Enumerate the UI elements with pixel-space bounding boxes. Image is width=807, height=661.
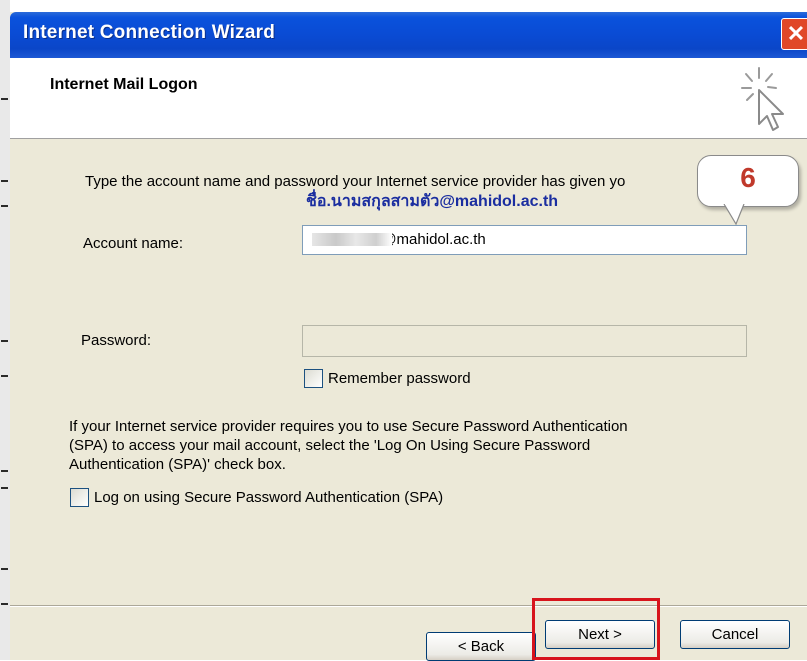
- window-title: Internet Connection Wizard: [23, 22, 276, 43]
- title-bar: Internet Connection Wizard ✕: [10, 12, 807, 58]
- password-input[interactable]: [302, 325, 747, 357]
- remember-password-label: Remember password: [328, 370, 471, 387]
- remember-password-checkbox[interactable]: [304, 369, 323, 388]
- password-label: Password:: [81, 332, 152, 349]
- wizard-window: Internet Connection Wizard ✕ Internet Ma…: [10, 12, 807, 661]
- step-number: 6: [740, 162, 756, 193]
- button-separator: [10, 605, 807, 607]
- page-title: Internet Mail Logon: [50, 76, 198, 93]
- step-callout: 6: [697, 155, 799, 207]
- spa-checkbox-label: Log on using Secure Password Authenticat…: [94, 489, 444, 506]
- callout-tail: [723, 204, 745, 226]
- spa-description-line-1: If your Internet service provider requir…: [69, 418, 628, 435]
- spa-description-line-3: Authentication (SPA)' check box.: [69, 456, 286, 473]
- next-button-highlight: [532, 598, 660, 660]
- close-icon: ✕: [786, 21, 806, 46]
- spa-checkbox[interactable]: [70, 488, 89, 507]
- redacted-username: [312, 233, 392, 246]
- close-button[interactable]: ✕: [781, 18, 807, 50]
- desktop-background-strip: [0, 0, 10, 660]
- wizard-header: Internet Mail Logon: [10, 58, 807, 139]
- account-name-label: Account name:: [83, 235, 184, 252]
- cancel-button[interactable]: Cancel: [680, 620, 790, 649]
- back-button[interactable]: < Back: [426, 632, 536, 661]
- account-format-hint: ชื่อ.นามสกุลสามตัว@mahidol.ac.th: [306, 193, 559, 210]
- spa-description-line-2: (SPA) to access your mail account, selec…: [69, 437, 591, 454]
- intro-text: Type the account name and password your …: [85, 173, 626, 190]
- wizard-cursor-icon: [741, 67, 784, 131]
